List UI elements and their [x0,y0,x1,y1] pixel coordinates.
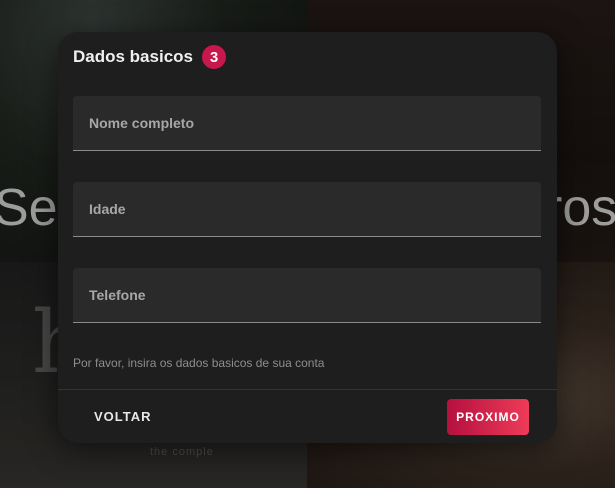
age-field[interactable] [73,182,541,237]
dialog-title: Dados basicos [73,47,193,66]
helper-text: Por favor, insira os dados basicos de su… [73,356,325,370]
dialog-header: Dados basicos 3 [73,45,226,69]
background-poster-subtitle: the comple [150,446,214,458]
full-name-field[interactable] [73,96,541,151]
step-badge: 3 [202,45,226,69]
basic-data-dialog: Dados basicos 3 Por favor, insira os dad… [58,32,557,443]
phone-input[interactable] [73,268,541,322]
phone-field[interactable] [73,268,541,323]
footer-divider [58,389,557,390]
back-button[interactable]: VOLTAR [80,400,166,433]
age-input[interactable] [73,182,541,236]
next-button[interactable]: PROXIMO [447,399,529,435]
full-name-input[interactable] [73,96,541,150]
